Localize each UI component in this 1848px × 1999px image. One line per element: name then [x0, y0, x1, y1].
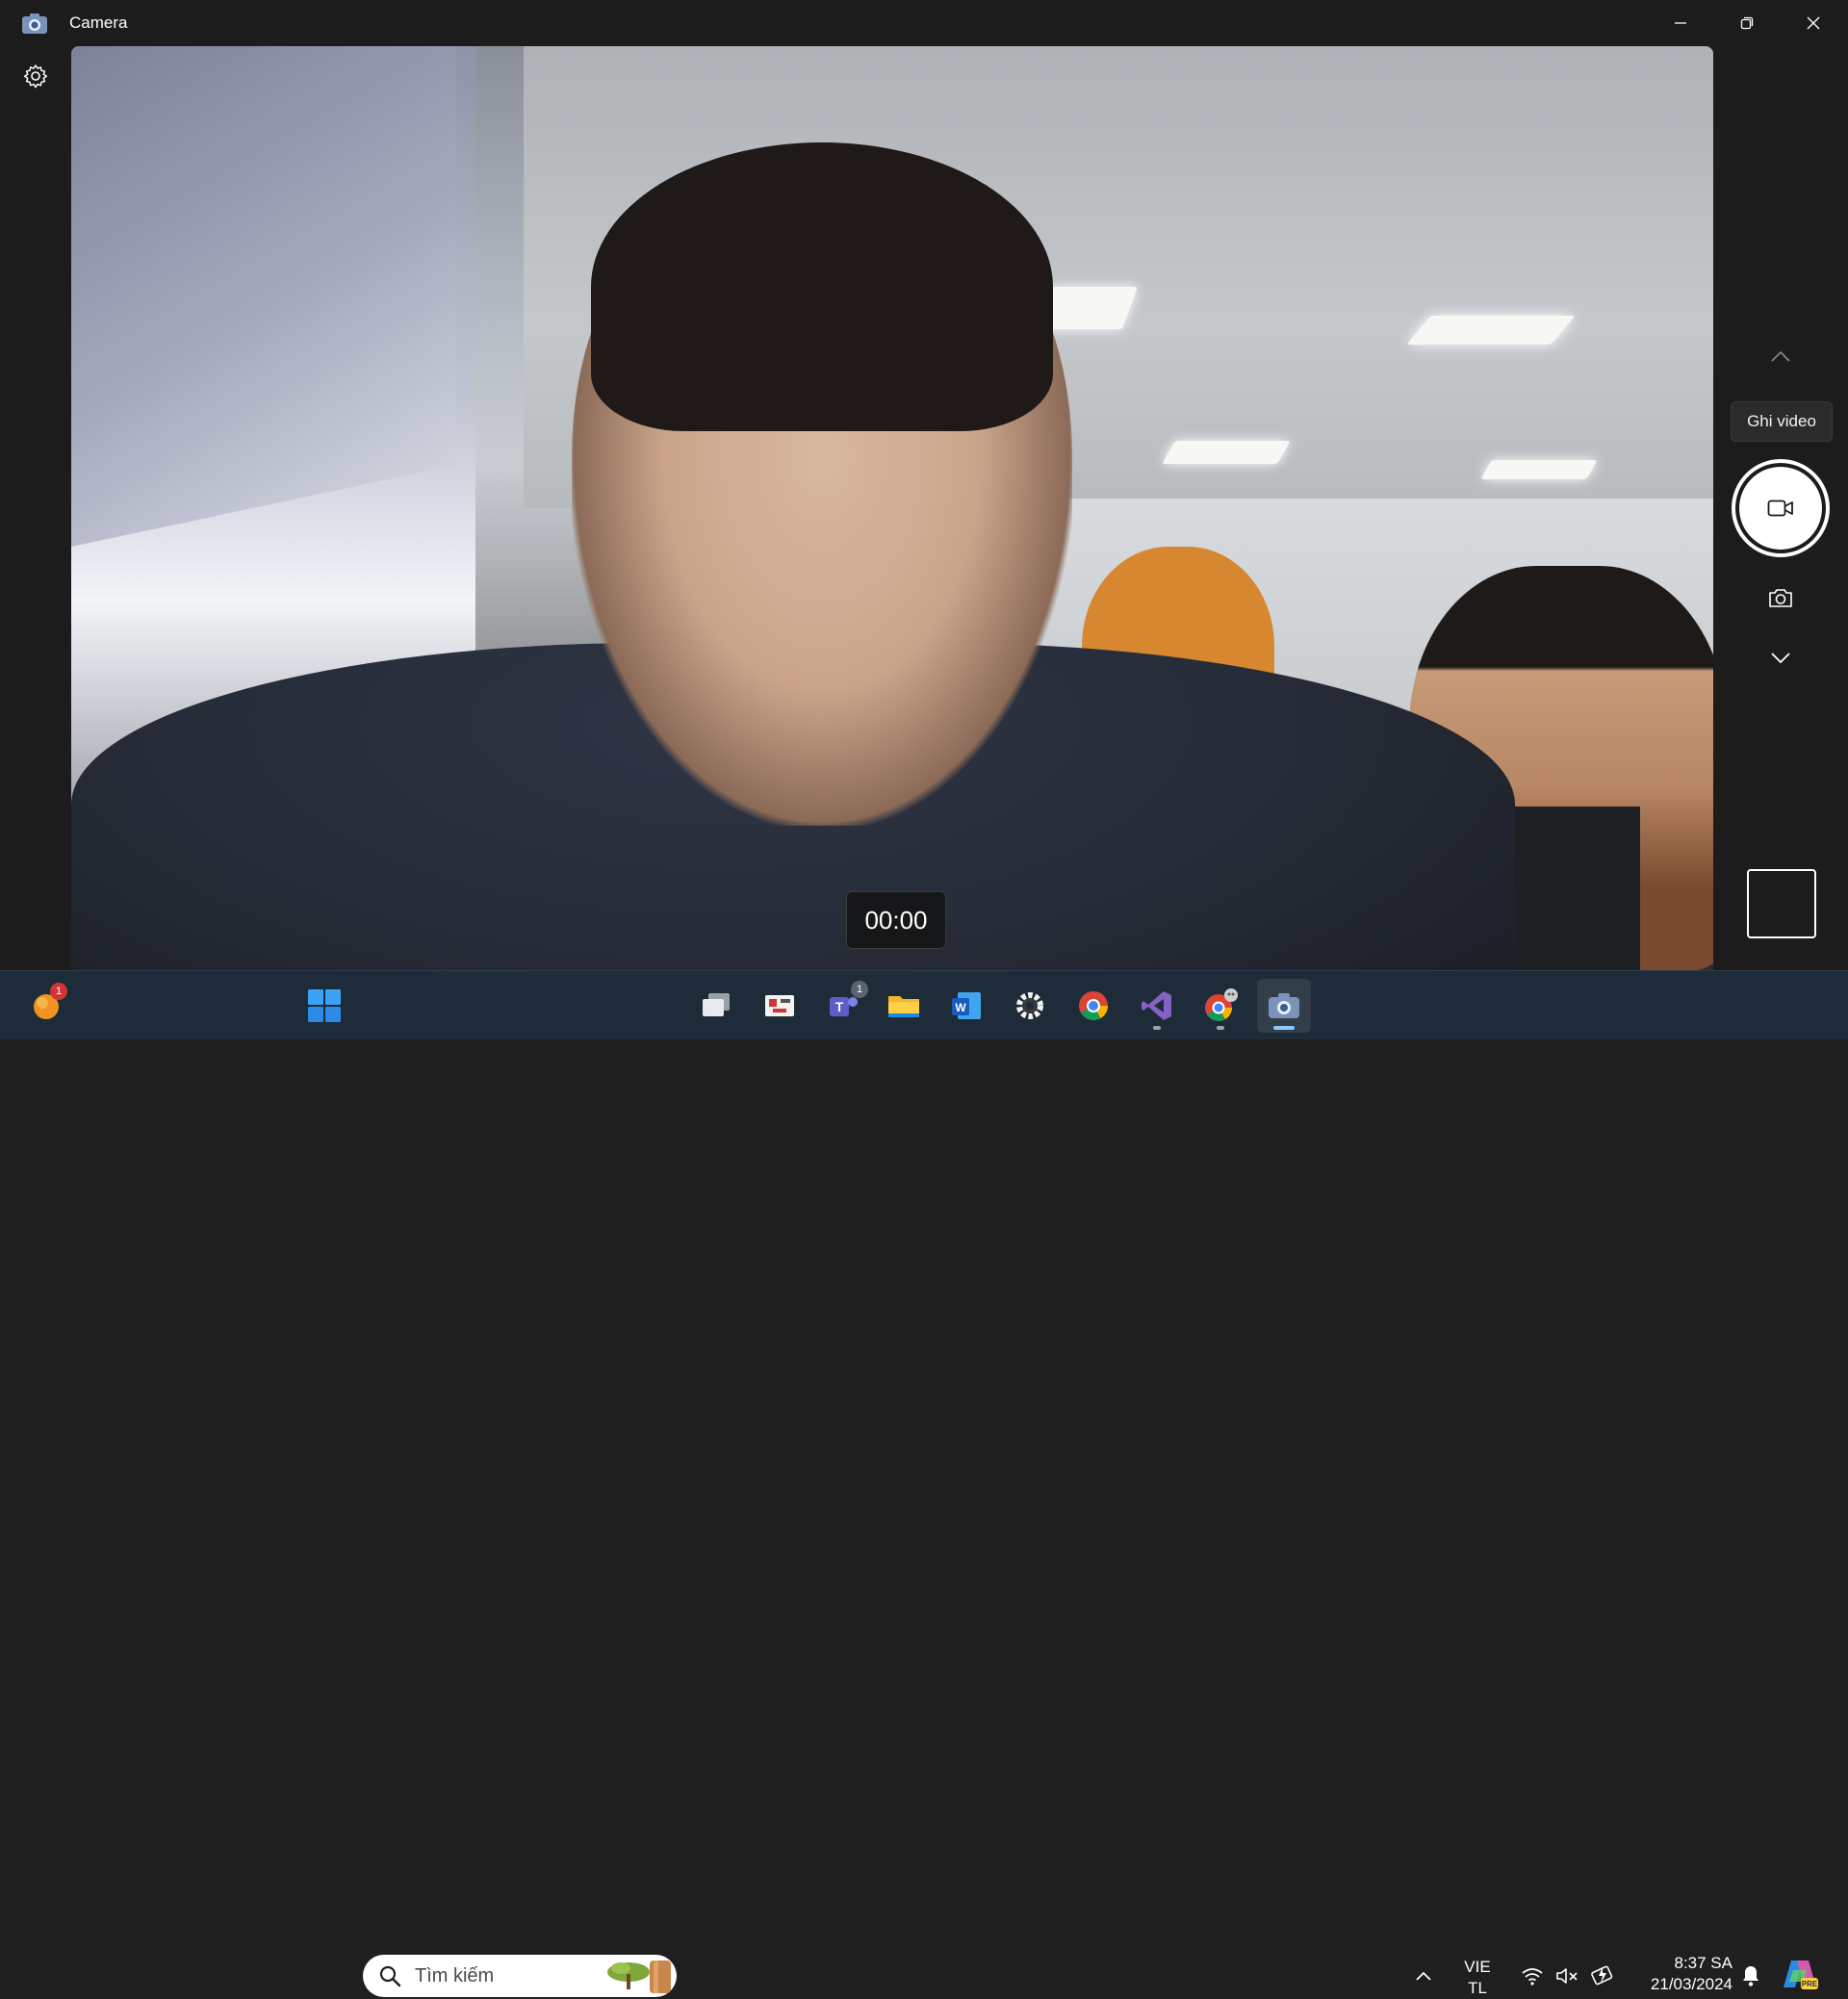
input-language-button[interactable]: VIE TL: [1453, 1957, 1502, 1999]
start-icon: [308, 989, 341, 1022]
teams-button[interactable]: T 1: [816, 979, 870, 1033]
window-title: Camera: [69, 13, 128, 32]
widgets-button[interactable]: 1: [19, 979, 73, 1033]
gear-icon: [23, 64, 48, 89]
wifi-icon: [1522, 1968, 1543, 1986]
word-button[interactable]: W: [939, 979, 993, 1033]
chrome-icon: [1079, 991, 1108, 1020]
chevron-down-icon: [1771, 653, 1790, 664]
svg-text:T: T: [835, 999, 844, 1014]
taskbar: 1 Tìm kiếm T 1 W VIE TL 8:37 SA 21/03/20…: [0, 970, 1848, 1997]
teams-badge: 1: [851, 981, 868, 998]
search-highlight-icon: [607, 1961, 671, 1993]
mode-tooltip: Ghi video: [1731, 401, 1833, 442]
search-placeholder: Tìm kiếm: [415, 1965, 495, 1986]
close-button[interactable]: [1781, 0, 1846, 46]
network-status[interactable]: [1519, 1964, 1546, 1987]
svg-text:PRE: PRE: [1802, 1980, 1818, 1988]
camera-icon: [1769, 589, 1792, 607]
restore-button[interactable]: [1714, 0, 1780, 46]
mode-up-button[interactable]: [1765, 345, 1796, 368]
settings-icon: [1016, 992, 1043, 1019]
camera-app-window: Camera 00:00 Ghi video: [0, 0, 1848, 970]
visual-studio-icon: [1142, 991, 1171, 1020]
title-bar: Camera: [0, 0, 1848, 46]
task-view-button[interactable]: [689, 979, 743, 1033]
minimize-button[interactable]: [1648, 0, 1713, 46]
scene-ceiling-light: [1162, 441, 1291, 464]
chevron-up-icon: [1771, 350, 1790, 362]
mode-down-button[interactable]: [1765, 647, 1796, 670]
language-code: VIE: [1464, 1958, 1491, 1976]
camera-viewfinder[interactable]: [71, 46, 1713, 970]
record-button-face: [1739, 467, 1822, 550]
camera-app-icon: [21, 12, 48, 35]
bell-icon: [1743, 1966, 1758, 1986]
photo-mode-button[interactable]: [1762, 581, 1799, 614]
restore-icon: [1740, 16, 1754, 30]
record-video-button[interactable]: [1732, 459, 1830, 557]
snipping-tool-button[interactable]: [753, 979, 807, 1033]
task-view-icon: [703, 993, 730, 1016]
chrome-profile-icon: [1205, 988, 1238, 1021]
notifications-button[interactable]: [1738, 1962, 1763, 1989]
file-explorer-icon: [888, 996, 919, 1017]
chrome-button[interactable]: [1066, 979, 1120, 1033]
scene-hair: [591, 142, 1053, 431]
camera-taskbar-button[interactable]: [1257, 979, 1311, 1033]
last-capture-thumbnail[interactable]: [1747, 869, 1816, 938]
settings-app-button[interactable]: [1003, 979, 1057, 1033]
active-indicator: [1273, 1026, 1295, 1030]
volume-muted-icon: [1556, 1968, 1578, 1984]
battery-charging-icon: [1591, 1965, 1613, 1986]
show-hidden-icons-button[interactable]: [1411, 1964, 1436, 1987]
clock-date: 21/03/2024: [1650, 1975, 1732, 1993]
copilot-button[interactable]: PRE: [1781, 1955, 1819, 1993]
settings-button[interactable]: [17, 58, 54, 94]
search-icon: [379, 1965, 401, 1987]
scene-window: [71, 46, 456, 548]
svg-text:W: W: [955, 1001, 966, 1014]
copilot-icon: PRE: [1784, 1961, 1818, 1989]
chrome-profile-button[interactable]: [1194, 979, 1247, 1033]
keyboard-layout: TL: [1468, 1979, 1487, 1997]
recording-timer: 00:00: [846, 891, 946, 949]
start-button[interactable]: [297, 979, 351, 1033]
taskbar-search[interactable]: Tìm kiếm: [363, 1955, 677, 1997]
volume-status[interactable]: [1553, 1964, 1580, 1987]
word-icon: W: [952, 992, 981, 1019]
running-indicator: [1153, 1026, 1161, 1030]
chevron-up-icon: [1416, 1971, 1431, 1981]
close-icon: [1807, 16, 1820, 30]
scene-ceiling-light: [1406, 316, 1576, 345]
running-indicator: [1217, 1026, 1224, 1030]
battery-status[interactable]: [1588, 1962, 1617, 1987]
visual-studio-button[interactable]: [1130, 979, 1184, 1033]
video-camera-icon: [1767, 500, 1793, 517]
clock[interactable]: 8:37 SA 21/03/2024: [1632, 1953, 1732, 1995]
minimize-icon: [1675, 22, 1686, 24]
snipping-tool-icon: [765, 995, 794, 1016]
scene-ceiling-light: [1480, 460, 1598, 479]
widgets-badge: 1: [50, 983, 67, 1000]
clock-time: 8:37 SA: [1674, 1954, 1733, 1972]
camera-app-icon: [1269, 993, 1299, 1018]
file-explorer-button[interactable]: [877, 979, 931, 1033]
